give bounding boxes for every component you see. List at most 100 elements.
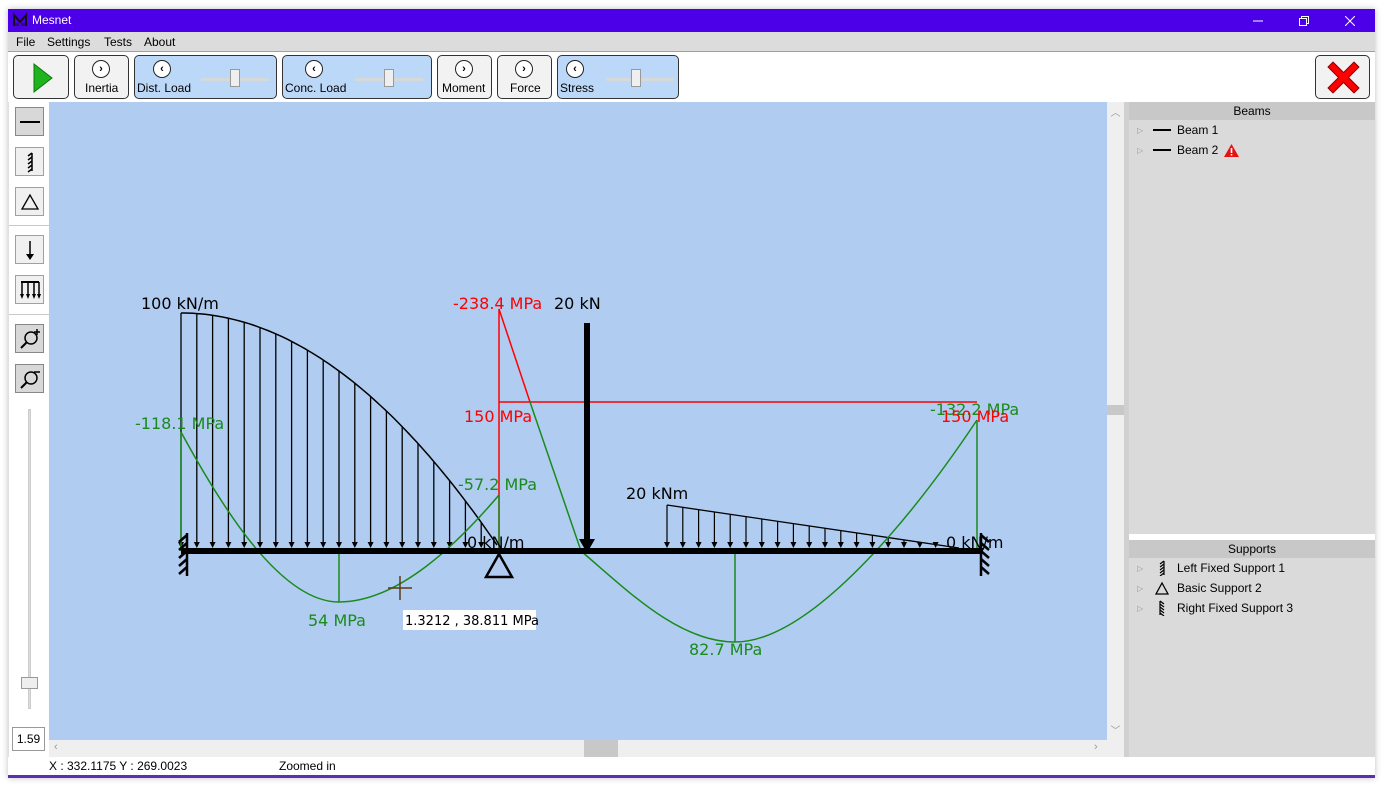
dist-load-2-arrowhead bbox=[806, 542, 813, 548]
triangle-support-icon bbox=[1151, 581, 1173, 595]
scroll-down-icon[interactable]: ﹀ bbox=[1107, 722, 1124, 737]
fixed-support-tool-button[interactable] bbox=[15, 147, 44, 176]
close-window-button[interactable] bbox=[1327, 9, 1373, 32]
beam-tool-button[interactable] bbox=[15, 107, 44, 136]
stress-label: Stress bbox=[560, 81, 595, 95]
stress-toggle-button[interactable]: ‹ Stress bbox=[557, 55, 679, 99]
minimize-button[interactable] bbox=[1235, 9, 1281, 32]
dist-load-2-arrowhead bbox=[758, 542, 765, 548]
dist-load-toggle-button[interactable]: ‹ Dist. Load bbox=[134, 55, 277, 99]
distributed-load-2 bbox=[664, 504, 960, 549]
conc-load-toggle-button[interactable]: ‹ Conc. Load bbox=[282, 55, 432, 99]
menu-file[interactable]: File bbox=[16, 35, 35, 49]
concentrated-load-tool-button[interactable] bbox=[15, 235, 44, 264]
expand-arrow-icon[interactable]: ▷ bbox=[1137, 126, 1147, 135]
dist-load-1-arrowhead bbox=[209, 542, 216, 548]
scroll-left-icon[interactable]: ‹ bbox=[54, 741, 58, 753]
dist-load-1-arrowhead bbox=[383, 542, 390, 548]
vertical-scroll-thumb[interactable] bbox=[1107, 405, 1124, 415]
menu-about[interactable]: About bbox=[144, 35, 175, 49]
stress-limit-lines bbox=[498, 308, 977, 551]
canvas-horizontal-scrollbar[interactable]: ‹ › bbox=[49, 740, 1107, 757]
dist-load-1-arrowhead bbox=[193, 542, 200, 548]
stress-beam2-min-label: 82.7 MPa bbox=[689, 640, 762, 659]
expand-arrow-icon[interactable]: ▷ bbox=[1137, 564, 1147, 573]
dist-load-1-arrowhead bbox=[336, 542, 342, 548]
toolbox-separator bbox=[9, 225, 50, 226]
moment-label: Moment bbox=[442, 81, 486, 95]
dist-load-2-arrowhead bbox=[869, 542, 876, 548]
expand-arrow-icon[interactable]: ▷ bbox=[1137, 604, 1147, 613]
beam-canvas[interactable]: 100 kN/m 0 kN/m 20 kN 20 kNm 0 kN/m -238… bbox=[49, 102, 1107, 740]
dist-load-1-arrowhead bbox=[399, 542, 406, 548]
dist-load-2-arrowhead bbox=[727, 542, 734, 548]
zoom-slider-thumb[interactable] bbox=[21, 677, 38, 689]
dist-load-1-arrowhead bbox=[288, 542, 295, 548]
menu-bar: File Settings Tests About bbox=[8, 32, 1375, 52]
chevron-right-icon: › bbox=[515, 60, 533, 78]
restore-button[interactable] bbox=[1281, 9, 1327, 32]
minimize-icon bbox=[1253, 20, 1263, 21]
tree-item-right-fixed-support-3[interactable]: ▷ Right Fixed Support 3 bbox=[1129, 598, 1375, 618]
beam-diagram: 100 kN/m 0 kN/m 20 kN 20 kNm 0 kN/m -238… bbox=[135, 294, 1019, 659]
tree-item-left-fixed-support-1[interactable]: ▷ Left Fixed Support 1 bbox=[1129, 558, 1375, 578]
dist-load-2-arrowhead bbox=[790, 542, 797, 548]
horizontal-scroll-thumb[interactable] bbox=[584, 740, 618, 757]
red-x-icon bbox=[1327, 61, 1360, 94]
stress-beam1-right-label: -57.2 MPa bbox=[458, 475, 537, 494]
dist-load-2-arrowhead bbox=[822, 542, 828, 548]
run-button[interactable] bbox=[13, 55, 69, 99]
window-bottom-border bbox=[8, 775, 1375, 778]
distributed-load-tool-button[interactable] bbox=[15, 275, 44, 304]
crosshair-cursor bbox=[388, 576, 412, 600]
distributed-load-1 bbox=[178, 312, 498, 548]
window-title: Mesnet bbox=[32, 13, 72, 27]
scroll-up-icon[interactable]: ︿ bbox=[1107, 104, 1124, 119]
zoom-out-tool-button[interactable] bbox=[15, 364, 44, 393]
left-fixed-support bbox=[178, 533, 189, 576]
beams-panel: Beams ▷ Beam 1 ▷ Beam 2 bbox=[1129, 102, 1375, 534]
zoom-level-field[interactable]: 1.59 bbox=[12, 727, 45, 751]
supports-panel-title: Supports bbox=[1129, 540, 1375, 558]
chevron-left-icon: ‹ bbox=[566, 60, 584, 78]
zoom-in-tool-button[interactable] bbox=[15, 324, 44, 353]
dist-load-2-arrowhead bbox=[885, 542, 892, 548]
stress-slider-thumb[interactable] bbox=[631, 69, 641, 87]
tree-item-basic-support-2[interactable]: ▷ Basic Support 2 bbox=[1129, 578, 1375, 598]
chevron-left-icon: ‹ bbox=[153, 60, 171, 78]
concentrated-load bbox=[579, 323, 595, 553]
app-logo-icon bbox=[13, 12, 27, 26]
inertia-toggle-button[interactable]: › Inertia bbox=[74, 55, 129, 99]
fixed-support-icon bbox=[27, 151, 33, 173]
canvas-vertical-scrollbar[interactable]: ︿ ﹀ bbox=[1107, 102, 1124, 757]
value-tooltip: 1.3212 , 38.811 MPa bbox=[405, 614, 539, 629]
clear-button[interactable] bbox=[1315, 55, 1370, 99]
down-arrow-icon bbox=[25, 240, 34, 260]
moment-load-end-label: 0 kN/m bbox=[946, 533, 1003, 552]
scroll-right-icon[interactable]: › bbox=[1094, 741, 1098, 753]
stress-limit-right-label: 150 MPa bbox=[941, 407, 1009, 426]
force-toggle-button[interactable]: › Force bbox=[497, 55, 552, 99]
menu-settings[interactable]: Settings bbox=[47, 35, 90, 49]
dist-load-2-arrowhead bbox=[774, 542, 781, 548]
basic-support-tool-button[interactable] bbox=[15, 187, 44, 216]
menu-tests[interactable]: Tests bbox=[104, 35, 132, 49]
dist-load-slider-thumb[interactable] bbox=[230, 69, 240, 87]
dist-load-2-arrowhead bbox=[743, 542, 749, 548]
expand-arrow-icon[interactable]: ▷ bbox=[1137, 146, 1147, 155]
dist-load-1-arrowhead bbox=[304, 542, 311, 548]
app-window: Mesnet File Settings Tests About › Inert… bbox=[8, 9, 1375, 778]
moment-toggle-button[interactable]: › Moment bbox=[437, 55, 492, 99]
status-bar: X : 332.1175 Y : 269.0023 Zoomed in bbox=[8, 757, 1375, 775]
beams-panel-title: Beams bbox=[1129, 102, 1375, 120]
tree-item-beam-1[interactable]: ▷ Beam 1 bbox=[1129, 120, 1375, 140]
zoom-slider-track[interactable] bbox=[28, 409, 31, 709]
zoom-out-icon bbox=[19, 370, 40, 389]
status-message: Zoomed in bbox=[279, 759, 336, 773]
support-1-label: Left Fixed Support 1 bbox=[1177, 561, 1286, 575]
tree-item-beam-2[interactable]: ▷ Beam 2 bbox=[1129, 140, 1375, 160]
beam-line-icon bbox=[1151, 128, 1173, 132]
dist-load-2-arrowhead bbox=[901, 542, 907, 548]
expand-arrow-icon[interactable]: ▷ bbox=[1137, 584, 1147, 593]
conc-load-slider-thumb[interactable] bbox=[384, 69, 394, 87]
